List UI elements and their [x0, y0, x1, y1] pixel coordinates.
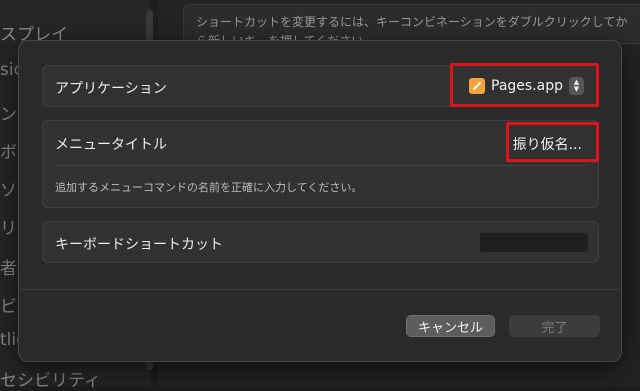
- instructions-line-1: ショートカットを変更するには、キーコンビネーションをダブルクリックしてか: [196, 15, 628, 29]
- cancel-button[interactable]: キャンセル: [406, 315, 495, 337]
- footer-divider: [19, 289, 621, 290]
- keyboard-shortcut-field[interactable]: [480, 233, 588, 252]
- background-instructions: ショートカットを変更するには、キーコンビネーションをダブルクリックしてか ら新し…: [183, 4, 640, 44]
- red-highlight-box: [450, 63, 599, 107]
- add-shortcut-dialog: アプリケーション Pages.app ▲ ▼ メニュータイトル 振り仮名... 追…: [18, 40, 622, 362]
- sidebar-fragment: リ: [0, 219, 17, 239]
- row-divider: [55, 165, 586, 166]
- application-label: アプリケーション: [55, 81, 167, 97]
- sidebar-fragment: ン: [0, 105, 17, 125]
- keyboard-shortcut-label: キーボードショートカット: [55, 237, 223, 253]
- sidebar-fragment: ボ: [0, 143, 17, 163]
- sidebar-fragment: セシビリティ: [0, 371, 101, 391]
- red-highlight-box: [506, 122, 599, 162]
- sidebar-fragment: 者: [0, 259, 17, 279]
- sidebar-fragment: ソ: [0, 181, 17, 201]
- keyboard-shortcut-row: キーボードショートカット: [42, 221, 599, 263]
- menu-title-hint: 追加するメニューコマンドの名前を正確に入力してください。: [55, 181, 363, 194]
- sidebar-fragment: ビ: [0, 297, 17, 317]
- done-button[interactable]: 完了: [509, 315, 600, 337]
- menu-title-label: メニュータイトル: [55, 137, 167, 153]
